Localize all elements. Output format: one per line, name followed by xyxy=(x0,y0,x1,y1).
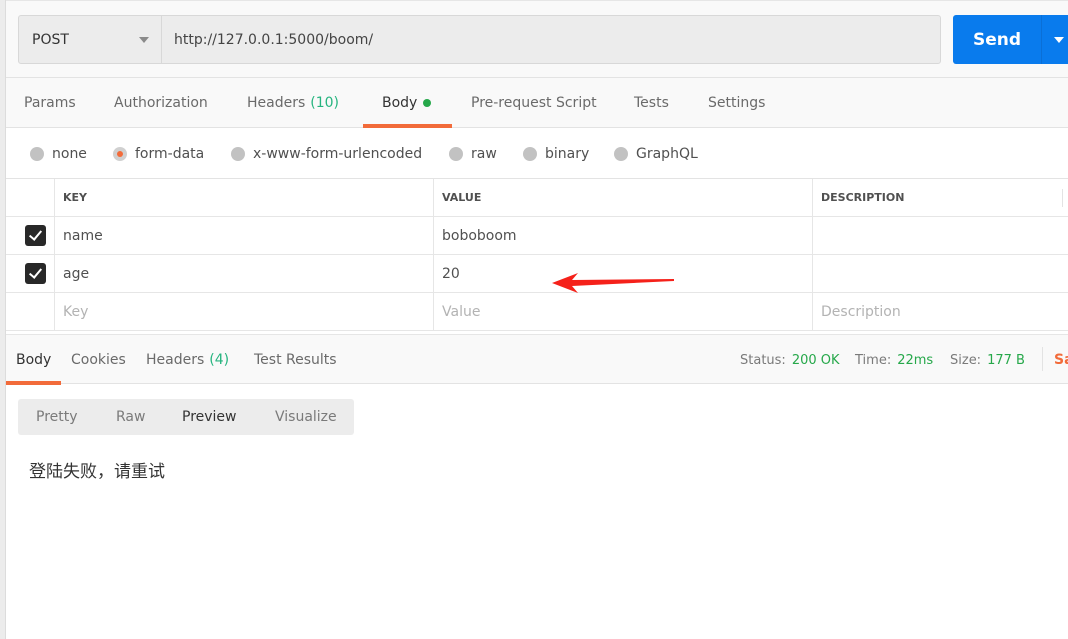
tab-headers[interactable]: Headers (10) xyxy=(247,78,339,128)
red-arrow-annotation-icon xyxy=(552,273,674,293)
key-input[interactable]: age xyxy=(55,255,434,292)
headers-count: (4) xyxy=(209,352,230,368)
tab-label: Headers xyxy=(146,352,205,368)
description-input[interactable] xyxy=(813,255,1068,292)
tab-label: Settings xyxy=(708,95,766,111)
view-pretty[interactable]: Pretty xyxy=(36,399,78,435)
send-button[interactable]: Send xyxy=(953,15,1041,64)
body-indicator-dot-icon xyxy=(423,99,432,107)
status-value: 200 OK xyxy=(791,352,840,368)
tab-label: Test Results xyxy=(254,352,337,368)
response-tab-cookies[interactable]: Cookies xyxy=(71,335,126,385)
radio-graphql[interactable]: GraphQL xyxy=(614,129,698,179)
table-row: name boboboom xyxy=(6,217,1068,255)
radio-none[interactable]: none xyxy=(30,129,87,179)
tab-params[interactable]: Params xyxy=(24,78,76,128)
description-input[interactable] xyxy=(813,217,1068,254)
view-visualize[interactable]: Visualize xyxy=(275,399,337,435)
response-tabs: Body Cookies Headers (4) Test Results St… xyxy=(6,334,1068,385)
tab-tests[interactable]: Tests xyxy=(634,78,669,128)
table-header-row: KEY VALUE DESCRIPTION xyxy=(6,179,1068,217)
radio-label: none xyxy=(52,146,87,162)
radio-label: GraphQL xyxy=(636,146,698,162)
tab-label: Body xyxy=(382,95,418,111)
request-tabs: Params Authorization Headers (10) Body P… xyxy=(6,78,1068,128)
description-placeholder-input[interactable]: Description xyxy=(813,293,1068,330)
row-enable-cell xyxy=(6,293,55,330)
row-enable-cell xyxy=(6,255,55,292)
radio-icon xyxy=(523,147,537,161)
response-tab-body[interactable]: Body xyxy=(16,335,51,385)
row-enable-cell xyxy=(6,217,55,254)
tab-label: Headers xyxy=(247,95,306,111)
active-tab-indicator xyxy=(6,381,61,385)
headers-count: (10) xyxy=(310,95,340,111)
tab-settings[interactable]: Settings xyxy=(708,78,765,128)
view-mode-selector: Pretty Raw Preview Visualize xyxy=(18,399,354,435)
method-label: POST xyxy=(32,31,69,48)
tab-pre-request-script[interactable]: Pre-request Script xyxy=(471,78,597,128)
status-label: Status: xyxy=(740,352,786,368)
tab-label: Params xyxy=(24,95,76,111)
url-value: http://127.0.0.1:5000/boom/ xyxy=(174,31,374,48)
tab-label: Cookies xyxy=(71,352,126,368)
radio-label: raw xyxy=(471,146,497,162)
divider xyxy=(1042,347,1043,371)
checkbox-checked-icon[interactable] xyxy=(24,225,46,246)
radio-form-data[interactable]: form-data xyxy=(113,129,204,179)
active-tab-indicator xyxy=(363,124,452,128)
radio-icon xyxy=(30,147,44,161)
save-response-button[interactable]: Sa xyxy=(1054,335,1068,385)
chevron-down-icon xyxy=(139,37,149,43)
size-label: Size: xyxy=(950,352,982,368)
send-options-button[interactable] xyxy=(1041,15,1068,64)
value-input[interactable]: boboboom xyxy=(434,217,813,254)
url-input[interactable]: http://127.0.0.1:5000/boom/ xyxy=(162,16,940,63)
radio-x-www-form-urlencoded[interactable]: x-www-form-urlencoded xyxy=(231,129,422,179)
form-data-table: KEY VALUE DESCRIPTION name boboboom age … xyxy=(6,179,1068,331)
chevron-down-icon xyxy=(1054,37,1064,43)
tab-label: Tests xyxy=(634,95,669,111)
tab-label: Pre-request Script xyxy=(471,95,597,111)
table-row-new: Key Value Description xyxy=(6,293,1068,331)
radio-selected-icon xyxy=(113,147,127,161)
request-bar: POST http://127.0.0.1:5000/boom/ Send xyxy=(6,0,1068,78)
response-status: Status: 200 OK xyxy=(740,335,840,385)
time-label: Time: xyxy=(855,352,892,368)
response-tab-headers[interactable]: Headers (4) xyxy=(146,335,229,385)
radio-icon xyxy=(449,147,463,161)
header-description: DESCRIPTION xyxy=(813,179,1068,216)
key-input[interactable]: name xyxy=(55,217,434,254)
response-time[interactable]: Time: 22ms xyxy=(855,335,933,385)
radio-label: form-data xyxy=(135,146,205,162)
header-key: KEY xyxy=(55,179,434,216)
tab-label: Body xyxy=(16,352,52,368)
radio-label: x-www-form-urlencoded xyxy=(253,146,423,162)
view-preview[interactable]: Preview xyxy=(182,399,237,435)
header-check-cell xyxy=(6,179,55,216)
checkbox-checked-icon[interactable] xyxy=(24,263,46,284)
tab-label: Authorization xyxy=(114,95,208,111)
view-raw[interactable]: Raw xyxy=(116,399,145,435)
request-input-group: POST http://127.0.0.1:5000/boom/ xyxy=(18,15,941,64)
radio-icon xyxy=(231,147,245,161)
header-value: VALUE xyxy=(434,179,813,216)
radio-binary[interactable]: binary xyxy=(523,129,589,179)
time-value: 22ms xyxy=(897,352,934,368)
key-placeholder-input[interactable]: Key xyxy=(55,293,434,330)
table-row: age 20 xyxy=(6,255,1068,293)
response-size[interactable]: Size: 177 B xyxy=(950,335,1025,385)
response-tab-test-results[interactable]: Test Results xyxy=(254,335,337,385)
method-select[interactable]: POST xyxy=(19,16,162,63)
body-type-selector: none form-data x-www-form-urlencoded raw… xyxy=(6,129,1068,179)
radio-label: binary xyxy=(545,146,590,162)
response-body-preview: 登陆失败，请重试 xyxy=(29,462,165,482)
radio-icon xyxy=(614,147,628,161)
tab-authorization[interactable]: Authorization xyxy=(114,78,208,128)
value-placeholder-input[interactable]: Value xyxy=(434,293,813,330)
size-value: 177 B xyxy=(987,352,1025,368)
tab-body[interactable]: Body xyxy=(382,78,432,128)
radio-raw[interactable]: raw xyxy=(449,129,497,179)
